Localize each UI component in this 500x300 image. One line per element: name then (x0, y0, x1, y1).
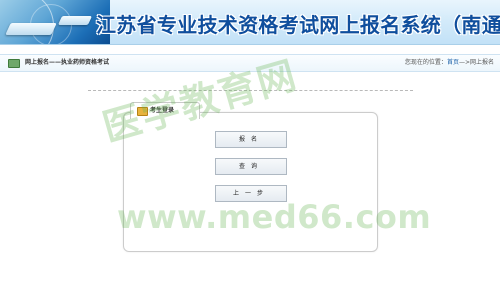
banner-card-graphic (57, 16, 93, 25)
tab-label: 考生登录 (150, 107, 175, 114)
header-banner: 江苏省专业技术资格考试网上报名系统（南通考区） (0, 0, 500, 45)
location-prefix: 您现在的位置： (404, 59, 447, 66)
banner-card-graphic (5, 23, 57, 35)
register-button[interactable]: 报名 (215, 131, 287, 148)
breadcrumb-separator: —> (458, 59, 470, 66)
tab-candidate-login[interactable]: 考生登录 (130, 102, 200, 119)
breadcrumb-home-link[interactable]: 首页 (447, 59, 459, 66)
page-icon (8, 59, 20, 68)
query-button[interactable]: 查询 (215, 158, 287, 175)
site-title: 江苏省专业技术资格考试网上报名系统（南通考区） (96, 13, 500, 37)
folder-icon (137, 107, 148, 116)
banner-graphic (0, 0, 110, 44)
breadcrumb-current: 网上报名 (469, 59, 494, 66)
dashed-divider (88, 90, 413, 91)
page-title: 网上报名——执业药师资格考试 (25, 59, 110, 66)
nav-bar: 网上报名——执业药师资格考试 您现在的位置：首页—>网上报名 (0, 54, 500, 72)
previous-step-button[interactable]: 上一步 (215, 185, 287, 202)
breadcrumb: 您现在的位置：首页—>网上报名 (405, 55, 494, 71)
